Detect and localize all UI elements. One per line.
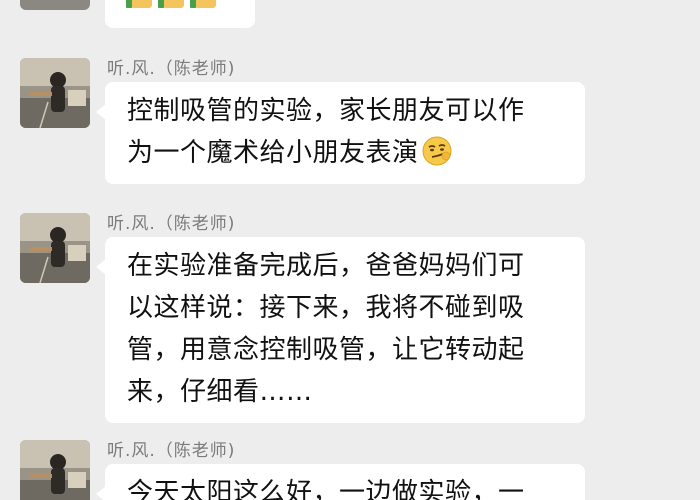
message-text: 在实验准备完成后，爸爸妈妈们可 [127,251,525,281]
message-text: 为一个魔术给小朋友表演 [127,138,419,168]
sender-name: 听.风.（陈老师) [107,441,236,461]
message-text: 来，仔细看…… [127,377,313,407]
message-bubble[interactable]: 今天太阳这么好，一边做实验，一 [96,464,585,500]
thumbs-up-icon [126,0,152,8]
sender-name: 听.风.（陈老师) [107,59,236,79]
message-text: 今天太阳这么好，一边做实验，一 [127,478,525,500]
message-text: 以这样说：接下来，我将不碰到吸 [127,293,525,323]
avatar[interactable] [20,440,90,500]
thumbs-up-emoji-group [126,0,220,10]
message-text: 控制吸管的实验，家长朋友可以作 [127,96,525,126]
message-text-line: 为一个魔术给小朋友表演 [127,132,563,174]
message-text: 管，用意念控制吸管，让它转动起 [127,335,525,365]
avatar-photo [20,440,90,500]
avatar-photo [20,213,90,283]
message-bubble[interactable]: 控制吸管的实验，家长朋友可以作 为一个魔术给小朋友表演 [96,82,585,184]
avatar[interactable] [20,213,90,283]
avatar[interactable] [20,58,90,128]
chat-window[interactable]: 听.风.（陈老师) 控制吸管的实验，家长朋友可以作 为一个魔术给小朋友表演 听.… [0,0,700,500]
sender-name: 听.风.（陈老师) [107,214,236,234]
thumbs-up-icon [190,0,216,8]
avatar[interactable] [20,0,90,10]
thumbs-up-icon [158,0,184,8]
smirk-emoji-icon [422,136,452,166]
message-bubble[interactable]: 在实验准备完成后，爸爸妈妈们可 以这样说：接下来，我将不碰到吸 管，用意念控制吸… [96,237,585,423]
avatar-photo [20,58,90,128]
